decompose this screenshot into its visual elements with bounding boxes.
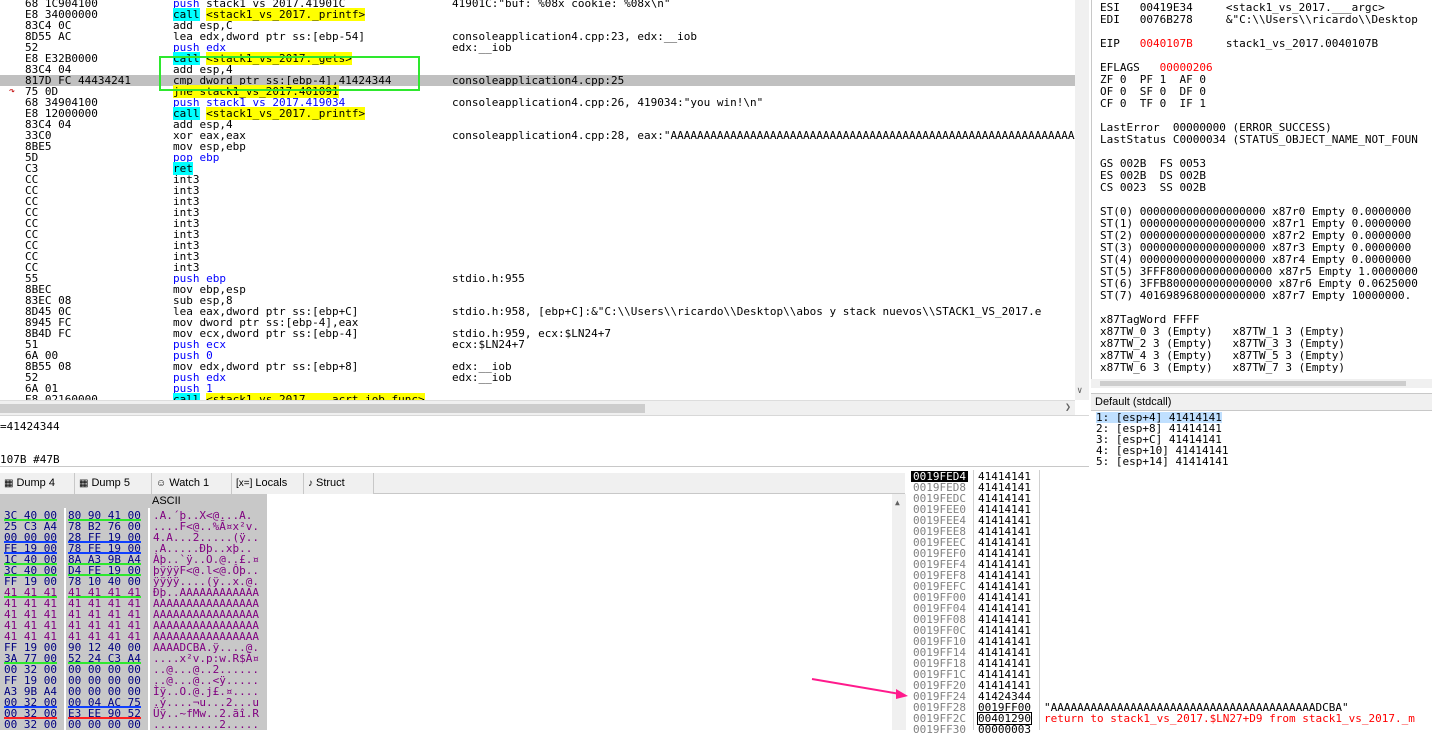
instruction-comment: stdio.h:955 <box>452 272 525 285</box>
register-line[interactable]: CS 0023 SS 002B <box>1100 182 1206 194</box>
disasm-row[interactable]: CC int3 <box>0 262 1075 273</box>
register-annotation: stack1_vs_2017.0040107B <box>1192 37 1379 50</box>
disasm-row[interactable]: CC int3 <box>0 218 1075 229</box>
tab-dump-4[interactable]: ▦ Dump 4 <box>0 473 75 494</box>
disasm-row[interactable]: 8B4D FC mov ecx,dword ptr ss:[ebp-4] stdio… <box>0 328 1075 339</box>
disasm-row[interactable]: 68 1C904100 push stack1_vs_2017.41901C 419… <box>0 0 1075 9</box>
stack-view[interactable]: 0019FED4 41414141 0019FED8 41414141 0019FEDC… <box>909 470 1432 735</box>
tab-label: Struct <box>316 477 345 489</box>
arguments-pane[interactable]: 1: [esp+4] 41414141 2: [esp+8] 41414141 3:… <box>1091 411 1432 467</box>
dump-hex-column-1: 3C 40 00 25 C3 A4 00 00 00 FE 19 00 1C 40 00… <box>0 508 64 730</box>
disasm-row[interactable]: CC int3 <box>0 240 1075 251</box>
jump-arrow-icon: ↷ <box>9 86 16 97</box>
disasm-row[interactable]: CC int3 <box>0 251 1075 262</box>
tab-watch-1[interactable]: ☺ Watch 1 <box>152 473 232 494</box>
ascii-column-header: ASCII <box>152 495 181 507</box>
disasm-row[interactable]: 8BEC mov ebp,esp <box>0 284 1075 295</box>
register-line[interactable]: LastStatus C0000034 (STATUS_OBJECT_NAME_… <box>1100 134 1418 146</box>
instruction-comment: 41901C:"buf: %08x cookie: %08x\n" <box>452 0 671 10</box>
dump-hex-cell: 00 00 00 00 <box>68 718 141 731</box>
dump-hex-column-2: 80 90 41 00 78 B2 76 00 28 FF 19 00 78 FE 1… <box>66 508 148 730</box>
instruction-comment: edx:__iob <box>452 371 512 384</box>
register-text: CF 0 TF 0 IF 1 <box>1100 97 1206 110</box>
disasm-row[interactable]: CC int3 <box>0 207 1075 218</box>
disasm-row[interactable]: CC int3 <box>0 185 1075 196</box>
register-line[interactable]: CF 0 TF 0 IF 1 <box>1100 98 1206 110</box>
memory-dump[interactable]: ASCII 3C 40 00 25 C3 A4 00 00 00 FE 19 00 1C… <box>0 494 892 730</box>
disasm-row[interactable]: 8D45 0C lea eax,dword ptr ss:[ebp+C] stdio… <box>0 306 1075 317</box>
disasm-row[interactable]: 52 push edx edx:__iob <box>0 42 1075 53</box>
tab-icon: ▦ <box>79 478 89 489</box>
instruction-comment: edx:__iob <box>452 41 512 54</box>
instruction-comment: consoleapplication4.cpp:26, 419034:"you … <box>452 96 764 109</box>
instruction-comment: ecx:$LN24+7 <box>452 338 525 351</box>
tab-struct[interactable]: ♪ Struct <box>304 473 374 494</box>
dump-ascii-column: .A.´þ..X<@...A. ....F<@..%Ã¤x²v. 4.A...2..… <box>150 508 267 730</box>
disasm-row[interactable]: 8D55 AC lea edx,dword ptr ss:[ebp-54] cons… <box>0 31 1075 42</box>
register-text: x87TW_6 3 (Empty) x87TW_7 3 (Empty) <box>1100 361 1346 374</box>
tab-icon: ▦ <box>4 478 14 489</box>
dump-hex-cell: 00 32 00 <box>4 718 57 731</box>
tab-label: Dump 4 <box>16 477 55 489</box>
disasm-row[interactable]: CC int3 <box>0 174 1075 185</box>
disassembly-horizontal-scrollbar[interactable]: ❯ <box>0 400 1075 415</box>
scroll-up-arrow-icon[interactable]: ▲ <box>895 498 900 507</box>
dump-tabs: ▦ Dump 4 ▦ Dump 5 ☺ Watch 1 [x=] Locals ♪ Struct <box>0 473 905 494</box>
scrollbar-thumb[interactable] <box>0 404 645 413</box>
disasm-row[interactable]: 51 push ecx ecx:$LN24+7 <box>0 339 1075 350</box>
disasm-row[interactable]: CC int3 <box>0 229 1075 240</box>
stack-comment: return to stack1_vs_2017.$LN27+D9 from s… <box>1044 712 1415 725</box>
disasm-row[interactable]: 5D pop ebp <box>0 152 1075 163</box>
register-line[interactable]: EIP 0040107B stack1_vs_2017.0040107B <box>1100 38 1378 50</box>
disasm-row[interactable]: E8 34000000 call <stack1_vs_2017._printf> <box>0 8 1075 21</box>
dump-header: ASCII <box>0 494 267 508</box>
scroll-down-arrow-icon[interactable]: ∨ <box>1077 386 1082 396</box>
register-text: ST(7) 4016989680000000000 x87r7 Empty 10… <box>1100 289 1412 302</box>
instruction-comment: stdio.h:958, [ebp+C]:&"C:\\Users\\ricard… <box>452 305 1042 318</box>
disasm-row[interactable]: 8B55 08 mov edx,dword ptr ss:[ebp+8] edx:_… <box>0 361 1075 372</box>
disasm-row[interactable]: CC int3 <box>0 196 1075 207</box>
disasm-row[interactable]: 8BE5 mov esp,ebp <box>0 141 1075 152</box>
register-line[interactable]: x87TW_6 3 (Empty) x87TW_7 3 (Empty) <box>1100 362 1345 374</box>
register-line[interactable]: ST(7) 4016989680000000000 x87r7 Empty 10… <box>1100 290 1411 302</box>
register-value-changed: 0040107B <box>1139 37 1193 50</box>
pointer-arrow-icon <box>811 678 908 699</box>
register-text: CS 0023 SS 002B <box>1100 181 1206 194</box>
tab-label: Watch 1 <box>169 477 210 489</box>
instruction-comment: consoleapplication4.cpp:28, eax:"AAAAAAA… <box>452 129 1075 142</box>
instruction-comment: consoleapplication4.cpp:25 <box>452 74 625 87</box>
info-pane: =41424344 107B #47B <box>0 415 1089 467</box>
highlight-box <box>159 56 420 91</box>
register-text: EIP <box>1100 37 1140 50</box>
disasm-row[interactable]: E8 12000000 call <stack1_vs_2017._printf> <box>0 107 1075 120</box>
argument-line[interactable]: 5: [esp+14] 41414141 <box>1096 456 1228 467</box>
registers-vertical-scrollbar[interactable] <box>1075 0 1089 400</box>
calling-convention-header[interactable]: Default (stdcall) <box>1091 393 1432 411</box>
disasm-row[interactable]: 6A 01 push 1 <box>0 383 1075 394</box>
tab-label: Dump 5 <box>91 477 130 489</box>
info-line-address: 107B #47B <box>0 453 60 466</box>
info-line-value: =41424344 <box>0 420 60 433</box>
tab-label: Locals <box>255 477 288 489</box>
disasm-row[interactable]: 52 push edx edx:__iob <box>0 372 1075 383</box>
disasm-row[interactable]: 6A 00 push 0 <box>0 350 1075 361</box>
registers-pane[interactable]: ESI 00419E34 <stack1_vs_2017.___argc> EDI… <box>1091 0 1432 388</box>
register-text: LastStatus C0000034 (STATUS_OBJECT_NAME_… <box>1100 133 1418 146</box>
tab-icon: ☺ <box>156 478 167 489</box>
instruction-token: call <box>173 393 200 400</box>
disasm-row[interactable]: 68 34904100 push stack1_vs_2017.419034 con… <box>0 97 1075 108</box>
scrollbar-thumb[interactable] <box>1100 381 1406 386</box>
register-line[interactable]: EDI 0076B278 &"C:\\Users\\ricardo\\Deskt… <box>1100 14 1418 26</box>
scroll-right-arrow-icon[interactable]: ❯ <box>1065 402 1071 413</box>
disasm-row[interactable]: C3 ret <box>0 162 1075 175</box>
dump-ascii-cell: ..........2..... <box>153 718 259 731</box>
tab-icon: [x=] <box>236 478 253 489</box>
tab-dump-5[interactable]: ▦ Dump 5 <box>75 473 152 494</box>
disasm-row[interactable]: 33C0 xor eax,eax consoleapplication4.cpp:2… <box>0 130 1075 141</box>
tab-icon: ♪ <box>308 478 313 489</box>
tab-locals[interactable]: [x=] Locals <box>232 473 304 494</box>
disasm-row[interactable]: 55 push ebp stdio.h:955 <box>0 273 1075 284</box>
register-text: EDI 0076B278 &"C:\\Users\\ricardo\\Deskt… <box>1100 13 1418 26</box>
instruction-token: <stack1_vs_2017.___acrt_iob_func> <box>206 393 425 400</box>
